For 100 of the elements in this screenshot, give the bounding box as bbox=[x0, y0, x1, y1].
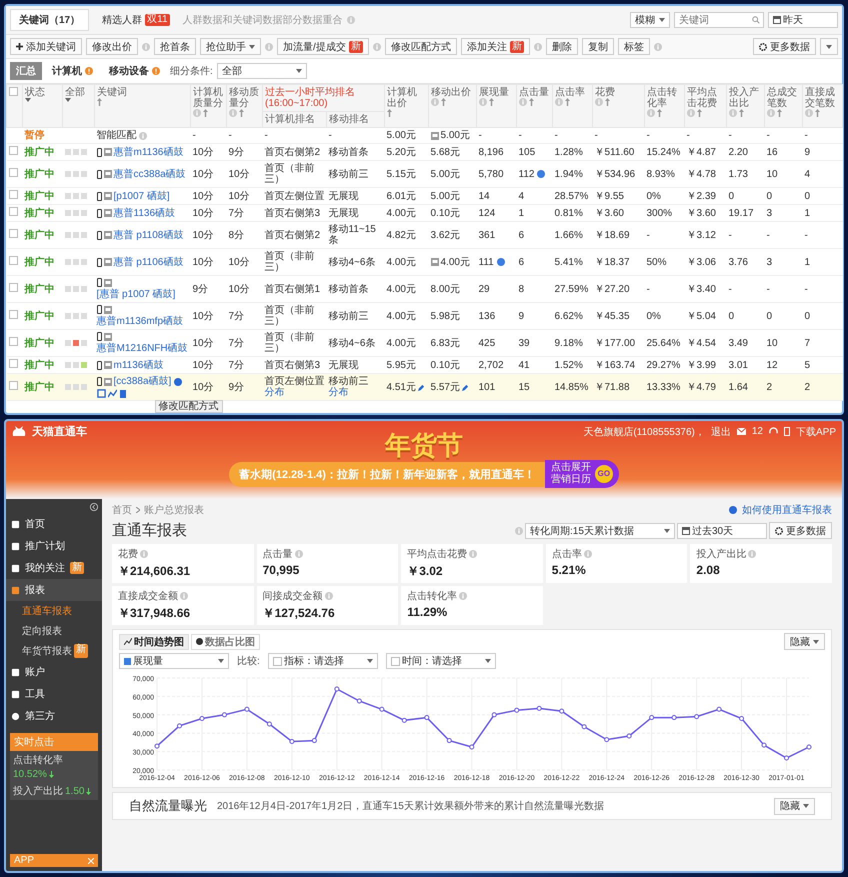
view-tab[interactable]: 汇总 bbox=[10, 62, 42, 80]
table-cell: 39 bbox=[518, 338, 530, 348]
computer-icon bbox=[104, 378, 112, 386]
checkbox[interactable] bbox=[8, 256, 18, 265]
message-count: 12 bbox=[752, 426, 763, 437]
toolbar-button[interactable]: 添加关注 新 bbox=[460, 38, 530, 55]
metric-value: 11.29% bbox=[407, 605, 448, 619]
table-cell: 4.00元 bbox=[440, 256, 470, 268]
keyword-link[interactable]: [p1007 硒鼓] bbox=[114, 190, 170, 202]
nav-subitem[interactable]: 定向报表 bbox=[6, 621, 102, 641]
time-select[interactable]: 时间：请选择 bbox=[386, 653, 496, 669]
toolbar-button[interactable]: 抢首条 bbox=[154, 38, 196, 55]
table-cell: 10分 bbox=[192, 360, 214, 370]
checkbox[interactable] bbox=[8, 283, 18, 292]
filter-select[interactable]: 全部 bbox=[216, 63, 307, 79]
range-select[interactable]: 过去30天 bbox=[677, 522, 767, 538]
table-cell: ￥5.04 bbox=[686, 310, 716, 322]
nav-item[interactable]: 推广计划 bbox=[6, 535, 102, 557]
banner-title: 年货节 bbox=[385, 432, 463, 458]
nav-subitem[interactable]: 年货节报表 新 bbox=[6, 641, 102, 661]
download-app-link[interactable]: 下载APP bbox=[796, 424, 836, 438]
checkbox[interactable] bbox=[8, 207, 18, 216]
rank-text: 首页右侧第2 bbox=[264, 230, 320, 240]
banner-slogan: 蓄水期(12.28-1.4)：拉新！拉新！新年迎新客，就用直通车！ bbox=[229, 462, 545, 486]
search-field[interactable]: 关键词 bbox=[674, 12, 764, 28]
nav-item[interactable]: 第三方 bbox=[6, 705, 102, 727]
nav-subitem[interactable]: 直通车报表 bbox=[6, 601, 102, 621]
period-select[interactable]: 转化周期:15天累计数据 bbox=[525, 522, 675, 538]
logout-link[interactable]: 退出 bbox=[710, 424, 731, 438]
distribution-link[interactable]: 分布 bbox=[328, 387, 382, 398]
checkbox[interactable] bbox=[8, 359, 18, 368]
match-select[interactable]: 模糊 bbox=[630, 12, 670, 28]
checkbox[interactable] bbox=[8, 337, 18, 346]
pie-chart-icon bbox=[196, 638, 203, 645]
table-cell: 1 bbox=[804, 256, 810, 268]
toolbar-button[interactable]: 添加关键词 bbox=[10, 38, 82, 55]
more-data-button[interactable]: 更多数据 bbox=[769, 522, 832, 539]
hide-button[interactable]: 隐藏 bbox=[784, 633, 825, 650]
checkbox[interactable] bbox=[8, 190, 18, 199]
view-tab[interactable]: 移动设备 bbox=[103, 62, 166, 80]
more-data-button[interactable]: 更多数据 bbox=[753, 38, 816, 55]
tab[interactable]: 关键词（17） bbox=[10, 9, 90, 31]
metric-value: ￥127,524.76 bbox=[262, 605, 336, 622]
checkbox[interactable] bbox=[9, 87, 18, 96]
keyword-link[interactable]: 惠普1136硒鼓 bbox=[114, 208, 176, 218]
table-cell: 10分 bbox=[228, 256, 250, 268]
toolbar-button[interactable]: 标签 bbox=[618, 38, 650, 55]
keyword-link[interactable]: 惠普m1136mfp硒鼓 bbox=[96, 316, 184, 327]
checkbox[interactable] bbox=[8, 381, 18, 390]
table-cell: 29.27% bbox=[646, 360, 680, 370]
metric-select[interactable]: 展现量 bbox=[119, 653, 229, 669]
table-cell: 3 bbox=[766, 256, 772, 268]
distribution-link[interactable]: 分布 bbox=[264, 387, 324, 398]
tab[interactable]: 精选人群 双11 bbox=[93, 9, 179, 31]
toolbar-button[interactable]: 修改匹配方式 bbox=[384, 38, 457, 55]
keyword-link[interactable]: m1136硒鼓 bbox=[114, 360, 164, 370]
sort-icon bbox=[777, 109, 782, 117]
chart-tab[interactable]: 时间趋势图 bbox=[119, 634, 189, 650]
down-arrow-icon bbox=[48, 771, 54, 778]
account-name: 天色旗舰店(1108555376)， bbox=[583, 426, 705, 438]
toolbar-button[interactable]: 复制 bbox=[582, 38, 614, 55]
date-select[interactable]: 昨天 bbox=[768, 12, 838, 28]
nav-item[interactable]: 我的关注 新 bbox=[6, 557, 102, 579]
help-link[interactable]: 如何使用直通车报表 bbox=[742, 503, 832, 517]
rank-text: 无展现 bbox=[328, 208, 358, 218]
table-cell: 9 bbox=[518, 310, 524, 322]
hide-button[interactable]: 隐藏 bbox=[774, 798, 815, 814]
status-text: 推广中 bbox=[24, 190, 54, 202]
keyword-link[interactable]: [cc388a硒鼓] bbox=[114, 376, 172, 387]
checkbox[interactable] bbox=[8, 310, 18, 319]
keyword-link[interactable]: [惠普 p1007 硒鼓] bbox=[96, 289, 176, 300]
nav-item[interactable]: 首页 bbox=[6, 513, 102, 535]
rank-text: 首页左侧位置 bbox=[264, 376, 324, 387]
chart-tab[interactable]: 数据占比图 bbox=[191, 634, 260, 650]
keyword-link[interactable]: 惠普M1216NFH硒鼓 bbox=[96, 343, 188, 354]
checkbox[interactable] bbox=[8, 168, 18, 177]
checkbox[interactable] bbox=[8, 146, 18, 155]
toolbar-button[interactable]: 删除 bbox=[546, 38, 578, 55]
expand-button[interactable] bbox=[820, 38, 838, 55]
nav-item[interactable]: 报表 bbox=[6, 579, 102, 601]
table-cell: 9 bbox=[804, 146, 810, 158]
breadcrumb-link[interactable]: 首页 bbox=[112, 503, 132, 517]
toolbar-button[interactable]: 修改出价 bbox=[86, 38, 138, 55]
nav-item[interactable]: 工具 bbox=[6, 683, 102, 705]
toolbar-button[interactable]: 抢位助手 bbox=[200, 38, 261, 55]
rank-text: 首页右侧第3 bbox=[264, 208, 320, 218]
keyword-link[interactable]: 惠普 p1106硒鼓 bbox=[114, 256, 184, 268]
phone-icon bbox=[96, 258, 102, 266]
toolbar-button[interactable]: 加流量/提成交 新 bbox=[277, 38, 369, 55]
keyword-link[interactable]: 惠普 p1108硒鼓 bbox=[114, 230, 184, 240]
index-select[interactable]: 指标：请选择 bbox=[268, 653, 378, 669]
table-cell: 3 bbox=[766, 208, 772, 218]
view-tab[interactable]: 计算机 bbox=[46, 62, 99, 80]
keyword-link[interactable]: 惠普cc388a硒鼓 bbox=[114, 168, 186, 180]
checkbox[interactable] bbox=[8, 229, 18, 238]
table-cell: 19.17 bbox=[728, 208, 754, 218]
nav-item[interactable]: 账户 bbox=[6, 661, 102, 683]
sort-icon bbox=[387, 109, 392, 117]
keyword-link[interactable]: 惠普m1136硒鼓 bbox=[114, 146, 184, 158]
sort-icon bbox=[605, 98, 610, 106]
